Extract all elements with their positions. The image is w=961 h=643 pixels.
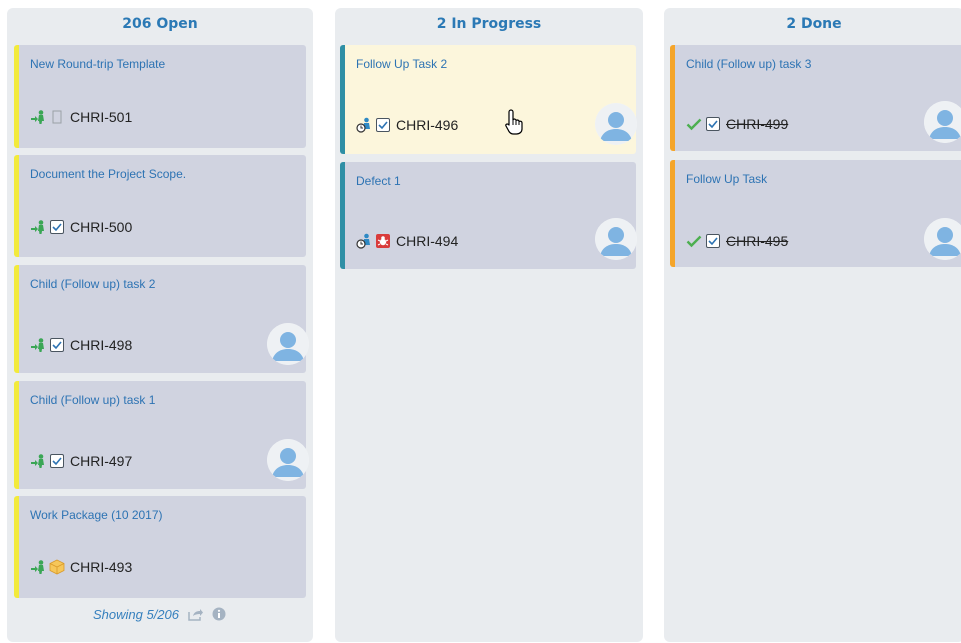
avatar[interactable] — [595, 103, 637, 145]
card-title[interactable]: Document the Project Scope. — [30, 167, 186, 181]
card-id[interactable]: CHRI-501 — [70, 109, 132, 125]
column-in-progress: 2 In Progress Follow Up Task 2 CHRI-496 … — [335, 8, 643, 642]
checkbox-icon — [50, 338, 64, 352]
avatar[interactable] — [595, 218, 637, 260]
card-meta: CHRI-499 — [686, 115, 788, 133]
card-meta: CHRI-494 — [356, 232, 458, 250]
card-id[interactable]: CHRI-497 — [70, 453, 132, 469]
green-check-icon — [686, 235, 702, 248]
card-title[interactable]: Work Package (10 2017) — [30, 508, 163, 522]
checkbox-icon — [376, 118, 390, 132]
user-clock-icon — [356, 117, 370, 133]
avatar[interactable] — [267, 323, 309, 365]
info-icon[interactable] — [211, 606, 227, 622]
card-title[interactable]: Child (Follow up) task 3 — [686, 57, 811, 71]
card-id[interactable]: CHRI-496 — [396, 117, 458, 133]
column-footer: Showing 5/206 — [7, 604, 313, 624]
card-title[interactable]: Child (Follow up) task 1 — [30, 393, 155, 407]
column-header-done: 2 Done — [786, 16, 842, 32]
green-arrow-person-icon — [31, 220, 44, 234]
checkbox-icon — [50, 454, 64, 468]
card-title[interactable]: Defect 1 — [356, 174, 401, 188]
hand-cursor-icon — [505, 109, 523, 135]
card-meta: CHRI-501 — [30, 108, 132, 126]
card-id[interactable]: CHRI-498 — [70, 337, 132, 353]
avatar[interactable] — [267, 439, 309, 481]
green-arrow-person-icon — [31, 110, 44, 124]
column-open: 206 Open New Round-trip Template CHRI-50… — [7, 8, 313, 642]
card-meta: CHRI-496 — [356, 116, 458, 134]
checkbox-icon — [706, 234, 720, 248]
checkbox-icon — [706, 117, 720, 131]
card-title[interactable]: Follow Up Task — [686, 172, 767, 186]
card-meta: CHRI-495 — [686, 232, 788, 250]
card-meta: CHRI-498 — [30, 336, 132, 354]
green-arrow-person-icon — [31, 560, 44, 574]
package-icon — [49, 559, 65, 575]
card-id[interactable]: CHRI-494 — [396, 233, 458, 249]
card-chri-500[interactable]: Document the Project Scope. CHRI-500 — [14, 155, 306, 257]
card-chri-498[interactable]: Child (Follow up) task 2 CHRI-498 — [14, 265, 309, 373]
card-meta: CHRI-493 — [30, 558, 132, 576]
user-clock-icon — [356, 233, 370, 249]
card-id[interactable]: CHRI-495 — [726, 233, 788, 249]
column-header-open: 206 Open — [122, 16, 198, 32]
avatar[interactable] — [924, 101, 961, 143]
card-id[interactable]: CHRI-499 — [726, 116, 788, 132]
column-header-in-progress: 2 In Progress — [436, 16, 542, 32]
card-chri-496[interactable]: Follow Up Task 2 CHRI-496 — [340, 45, 637, 154]
card-chri-499[interactable]: Child (Follow up) task 3 CHRI-499 — [670, 45, 961, 151]
share-icon[interactable] — [187, 606, 203, 622]
card-chri-501[interactable]: New Round-trip Template CHRI-501 — [14, 45, 306, 148]
card-id[interactable]: CHRI-493 — [70, 559, 132, 575]
card-chri-494[interactable]: Defect 1 CHRI-494 — [340, 162, 637, 269]
green-arrow-person-icon — [31, 338, 44, 352]
card-meta: CHRI-497 — [30, 452, 132, 470]
card-meta: CHRI-500 — [30, 218, 132, 236]
checkbox-icon — [50, 220, 64, 234]
green-check-icon — [686, 118, 702, 131]
column-done: 2 Done Child (Follow up) task 3 CHRI-499… — [664, 8, 961, 642]
card-title[interactable]: Follow Up Task 2 — [356, 57, 447, 71]
card-chri-493[interactable]: Work Package (10 2017) CHRI-493 — [14, 496, 306, 598]
card-title[interactable]: Child (Follow up) task 2 — [30, 277, 155, 291]
card-title[interactable]: New Round-trip Template — [30, 57, 165, 71]
avatar[interactable] — [924, 218, 961, 260]
blank-document-icon — [52, 110, 62, 124]
card-chri-495[interactable]: Follow Up Task CHRI-495 — [670, 160, 961, 267]
showing-count: Showing 5/206 — [92, 606, 179, 622]
card-id[interactable]: CHRI-500 — [70, 219, 132, 235]
green-arrow-person-icon — [31, 454, 44, 468]
red-bug-icon — [376, 234, 390, 248]
card-chri-497[interactable]: Child (Follow up) task 1 CHRI-497 — [14, 381, 309, 489]
